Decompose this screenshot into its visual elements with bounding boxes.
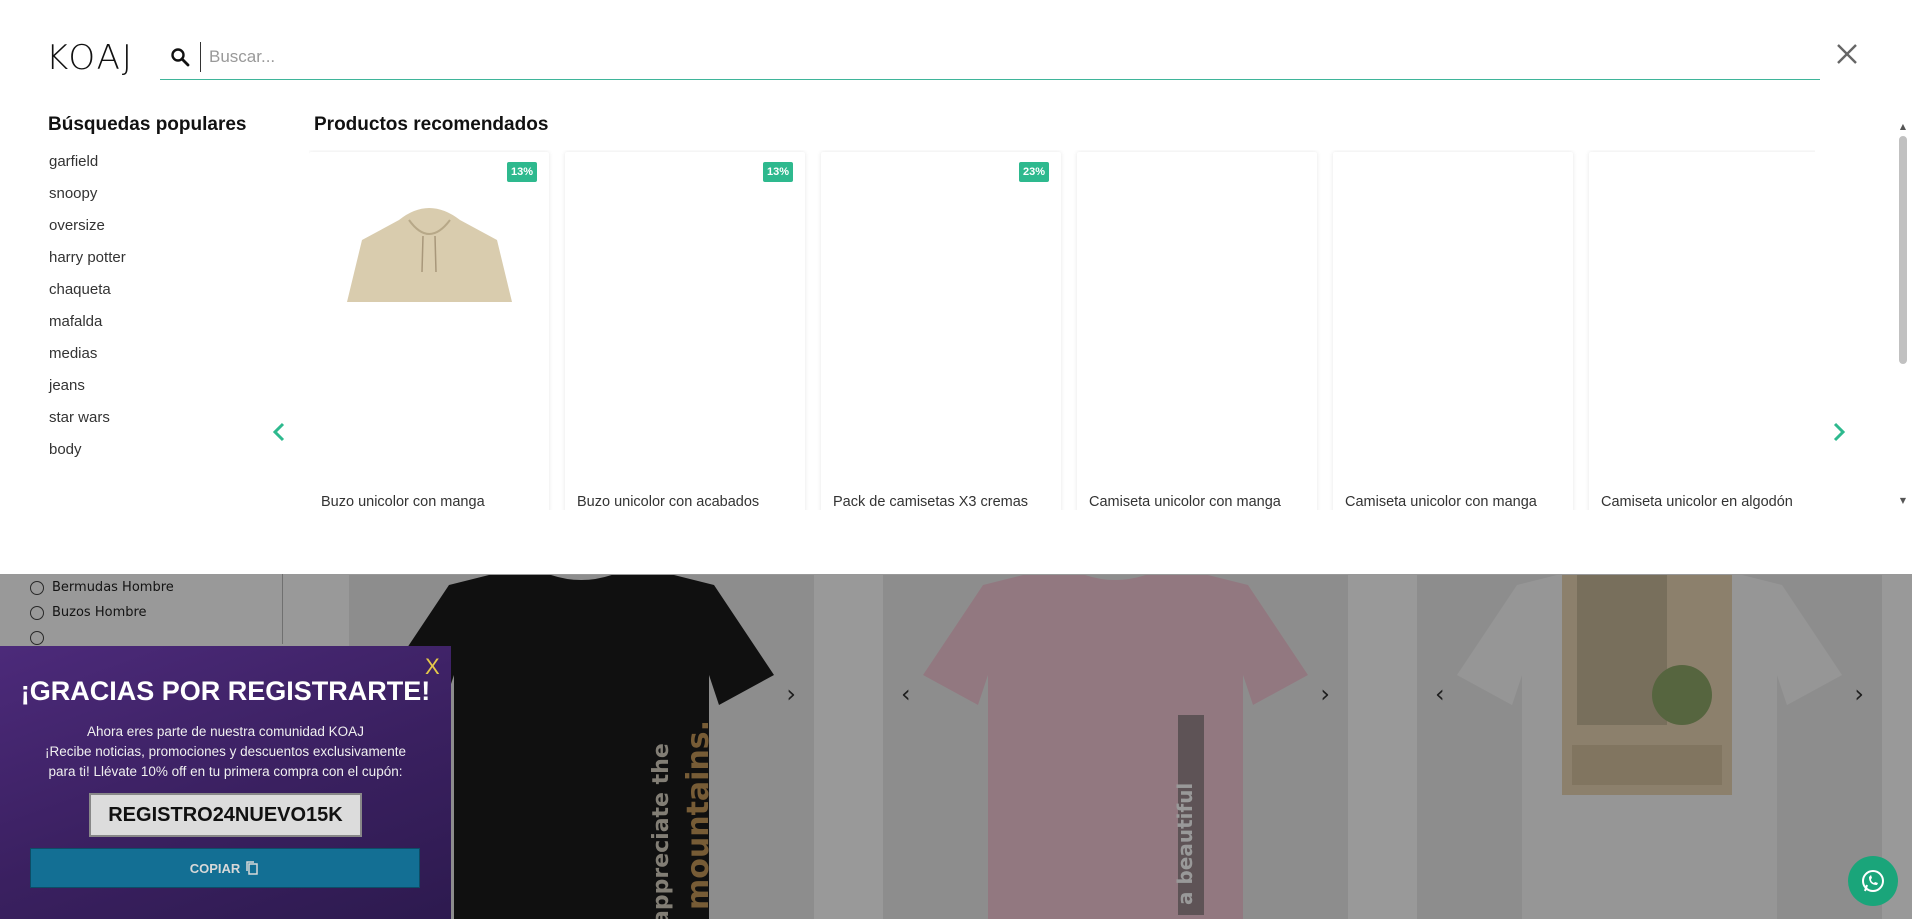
scroll-down-icon[interactable]: ▼: [1898, 496, 1908, 506]
product-name: Camiseta unicolor con manga: [1345, 494, 1537, 510]
popular-search-item[interactable]: chaqueta: [49, 281, 126, 313]
product-card[interactable]: Camiseta unicolor con manga: [1333, 152, 1573, 510]
product-card[interactable]: Camiseta unicolor en algodón: [1589, 152, 1815, 510]
popular-searches-list: garfield snoopy oversize harry potter ch…: [49, 153, 126, 473]
popular-search-item[interactable]: mafalda: [49, 313, 126, 345]
popular-search-item[interactable]: medias: [49, 345, 126, 377]
discount-badge: 13%: [762, 162, 793, 182]
copy-button[interactable]: COPIAR: [30, 848, 420, 888]
popup-line: Ahora eres parte de nuestra comunidad KO…: [87, 724, 364, 739]
popup-line: para ti! Llévate 10% off en tu primera c…: [48, 764, 403, 779]
product-name: Buzo unicolor con manga: [321, 494, 485, 510]
chevron-left-icon[interactable]: [272, 420, 286, 450]
product-card[interactable]: 13% Buzo unicolor con manga: [309, 152, 549, 510]
discount-badge: 13%: [506, 162, 537, 182]
product-name: Buzo unicolor con acabados: [577, 494, 760, 510]
product-name: Camiseta unicolor con manga: [1089, 494, 1281, 510]
popular-search-item[interactable]: oversize: [49, 217, 126, 249]
product-name: Pack de camisetas X3 cremas: [833, 494, 1029, 510]
search-input[interactable]: [200, 41, 1820, 72]
recommended-title: Productos recomendados: [314, 114, 549, 135]
coupon-code: REGISTRO24NUEVO15K: [89, 793, 362, 837]
registration-popup: X ¡GRACIAS POR REGISTRARTE! Ahora eres p…: [0, 646, 451, 919]
product-card[interactable]: Camiseta unicolor con manga: [1077, 152, 1317, 510]
popular-search-item[interactable]: harry potter: [49, 249, 126, 281]
product-card[interactable]: 23% Pack de camisetas X3 cremas: [821, 152, 1061, 510]
chevron-right-icon[interactable]: [1832, 420, 1846, 450]
product-card[interactable]: 13% Buzo unicolor con acabados: [565, 152, 805, 510]
copy-button-label: COPIAR: [189, 860, 241, 876]
search-modal: KOAJ Búsquedas populares garfield snoopy…: [0, 0, 1912, 574]
brand-logo[interactable]: KOAJ: [46, 38, 134, 78]
popular-search-item[interactable]: star wars: [49, 409, 126, 441]
popup-message: Ahora eres parte de nuestra comunidad KO…: [30, 722, 421, 782]
copy-icon: [246, 861, 259, 875]
discount-badge: 23%: [1018, 162, 1049, 182]
scrollbar-thumb[interactable]: [1899, 136, 1907, 364]
hoodie-image: [347, 208, 512, 302]
popular-search-item[interactable]: snoopy: [49, 185, 126, 217]
popup-title: ¡GRACIAS POR REGISTRARTE!: [20, 676, 431, 706]
close-icon[interactable]: [1835, 42, 1859, 66]
recommended-carousel: 13% Buzo unicolor con manga 13% Buzo uni…: [309, 150, 1815, 510]
popular-search-item[interactable]: body: [49, 441, 126, 473]
whatsapp-icon[interactable]: [1848, 856, 1898, 906]
scroll-up-icon[interactable]: ▲: [1898, 122, 1908, 132]
popup-line: ¡Recibe noticias, promociones y descuent…: [45, 744, 406, 759]
product-name: Camiseta unicolor en algodón: [1601, 494, 1793, 510]
popular-search-item[interactable]: garfield: [49, 153, 126, 185]
popular-search-item[interactable]: jeans: [49, 377, 126, 409]
popular-searches-title: Búsquedas populares: [48, 114, 247, 135]
modal-scrollbar[interactable]: ▲ ▼: [1898, 122, 1908, 505]
search-bar: [160, 34, 1820, 80]
search-icon[interactable]: [160, 47, 200, 67]
